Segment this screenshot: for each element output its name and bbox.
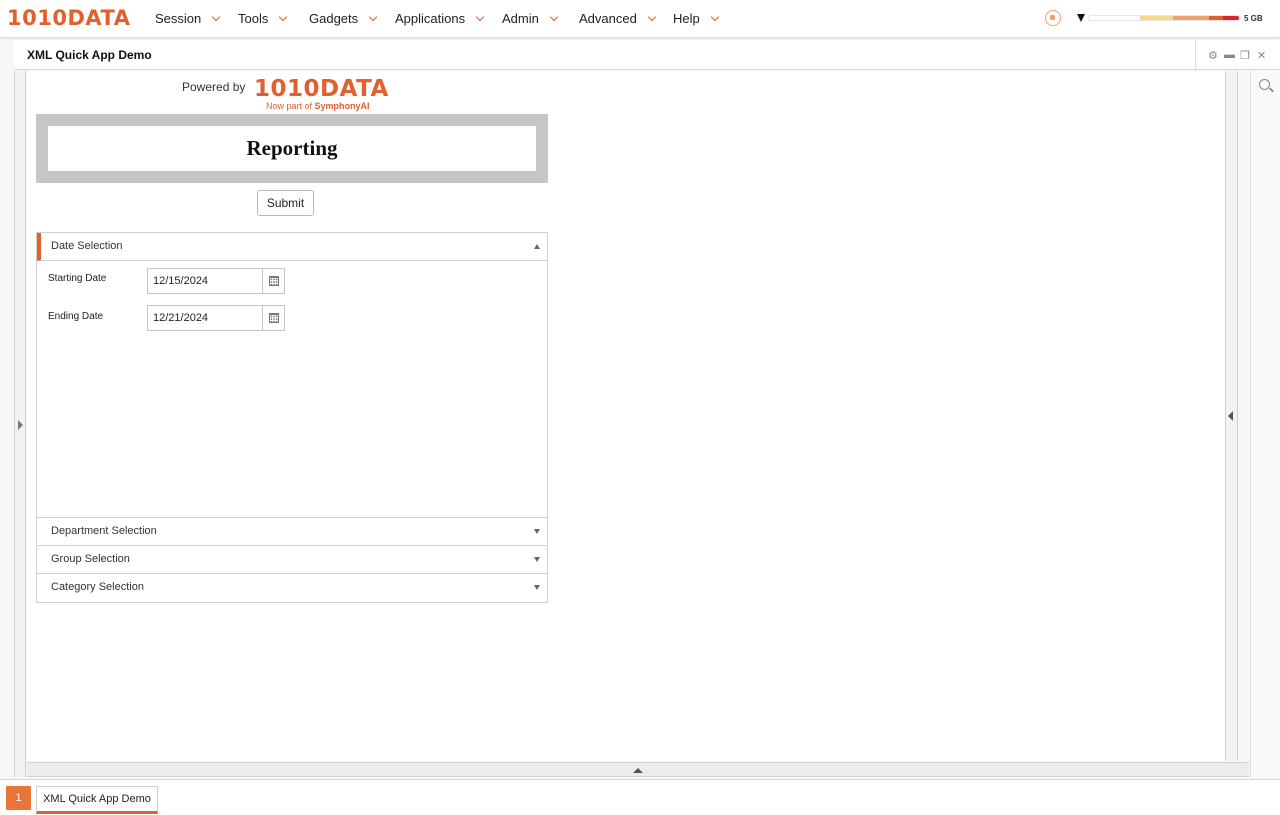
minimize-icon[interactable]: ▬ [1224, 49, 1235, 61]
memory-usage-bar [1088, 15, 1240, 21]
starting-date-calendar-button[interactable] [262, 269, 284, 293]
brand-sub-name: SymphonyAI [314, 101, 370, 111]
memory-segment-high [1209, 16, 1223, 20]
memory-segment-critical [1223, 16, 1239, 20]
chevron-down-icon [475, 12, 485, 22]
menu-help[interactable]: Help [673, 11, 719, 26]
powered-by-text: Powered by [182, 80, 246, 94]
menu-applications[interactable]: Applications [395, 11, 485, 26]
memory-marker-icon [1077, 14, 1085, 22]
taskbar-tab-xml-quick-app-demo[interactable]: XML Quick App Demo [36, 786, 158, 814]
accordion-header-department-selection[interactable]: Department Selection [37, 518, 547, 546]
expand-down-icon [534, 557, 540, 562]
window-titlebar: XML Quick App Demo ⚙ ▬ ❐ ✕ [14, 40, 1280, 70]
report-header-box: Reporting [36, 114, 548, 183]
report-title: Reporting [48, 126, 536, 171]
memory-label: 5 GB [1244, 14, 1263, 23]
accordion-header-date-selection[interactable]: Date Selection [37, 233, 547, 261]
gear-icon[interactable]: ⚙ [1208, 49, 1218, 62]
bottom-panel-toggle[interactable] [27, 762, 1249, 777]
expand-down-icon [534, 529, 540, 534]
brand-sub-prefix: Now part of [266, 101, 313, 111]
accordion-label: Group Selection [51, 553, 130, 565]
side-tool-panel [1250, 71, 1280, 777]
accordion-label: Department Selection [51, 525, 157, 537]
starting-date-field [147, 268, 285, 294]
taskbar: 1 XML Quick App Demo [0, 779, 1280, 815]
calendar-icon [269, 276, 279, 286]
collapse-left-icon [1228, 411, 1233, 421]
workspace-number-button[interactable]: 1 [6, 786, 31, 810]
accordion-date-selection: Date Selection Starting Date Ending Date [36, 232, 548, 518]
chevron-down-icon [549, 12, 559, 22]
brand-subtitle: Now part of SymphonyAI [266, 101, 370, 111]
chevron-down-icon [647, 12, 657, 22]
menu-gadgets[interactable]: Gadgets [309, 11, 378, 26]
menu-advanced[interactable]: Advanced [579, 11, 657, 26]
restore-icon[interactable]: ❐ [1240, 49, 1250, 62]
window-title: XML Quick App Demo [27, 48, 152, 62]
accordion-label: Category Selection [51, 581, 144, 593]
menu-applications-label: Applications [395, 11, 466, 26]
left-panel-toggle[interactable] [14, 71, 26, 777]
menu-help-label: Help [673, 11, 700, 26]
accordion-label: Date Selection [51, 240, 123, 252]
chevron-down-icon [710, 12, 719, 22]
ending-date-label: Ending Date [48, 311, 104, 322]
accordion-category-selection: Category Selection [36, 573, 548, 603]
quickapp-content: Powered by 1010DATA Now part of Symphony… [27, 71, 1226, 761]
right-panel-toggle[interactable] [1226, 71, 1238, 761]
submit-button[interactable]: Submit [257, 190, 314, 216]
window-controls: ⚙ ▬ ❐ ✕ [1195, 40, 1280, 70]
menu-admin-label: Admin [502, 11, 539, 26]
stop-query-icon[interactable] [1045, 10, 1061, 26]
calendar-icon [269, 313, 279, 323]
menu-advanced-label: Advanced [579, 11, 637, 26]
brand-logo: 1010DATA [254, 76, 389, 102]
accordion-department-selection: Department Selection [36, 517, 548, 546]
menu-gadgets-label: Gadgets [309, 11, 359, 26]
close-icon[interactable]: ✕ [1257, 49, 1266, 62]
menu-tools[interactable]: Tools [238, 11, 288, 26]
ending-date-calendar-button[interactable] [262, 306, 284, 330]
date-selection-panel: Starting Date Ending Date [37, 261, 547, 517]
expand-right-icon [18, 420, 23, 430]
expand-down-icon [534, 585, 540, 590]
accordion-header-category-selection[interactable]: Category Selection [37, 574, 547, 602]
memory-segment-mid [1173, 16, 1209, 20]
menu-admin[interactable]: Admin [502, 11, 559, 26]
app-logo[interactable]: 1010DATA [7, 6, 130, 30]
chevron-down-icon [279, 12, 288, 22]
starting-date-input[interactable] [148, 269, 263, 293]
menu-session-label: Session [155, 11, 202, 26]
chevron-down-icon [368, 12, 378, 22]
collapse-up-icon [534, 244, 540, 249]
top-navigation-bar: 1010DATA Session Tools Gadgets Applicati… [0, 0, 1280, 38]
starting-date-label: Starting Date [48, 273, 107, 284]
memory-segment-low [1140, 16, 1173, 20]
ending-date-field [147, 305, 285, 331]
menu-tools-label: Tools [238, 11, 269, 26]
search-icon[interactable] [1259, 79, 1270, 90]
expand-up-icon [633, 768, 643, 773]
chevron-down-icon [212, 12, 221, 22]
accordion-group-selection: Group Selection [36, 545, 548, 574]
menu-session[interactable]: Session [155, 11, 221, 26]
accordion-header-group-selection[interactable]: Group Selection [37, 546, 547, 574]
ending-date-input[interactable] [148, 306, 263, 330]
